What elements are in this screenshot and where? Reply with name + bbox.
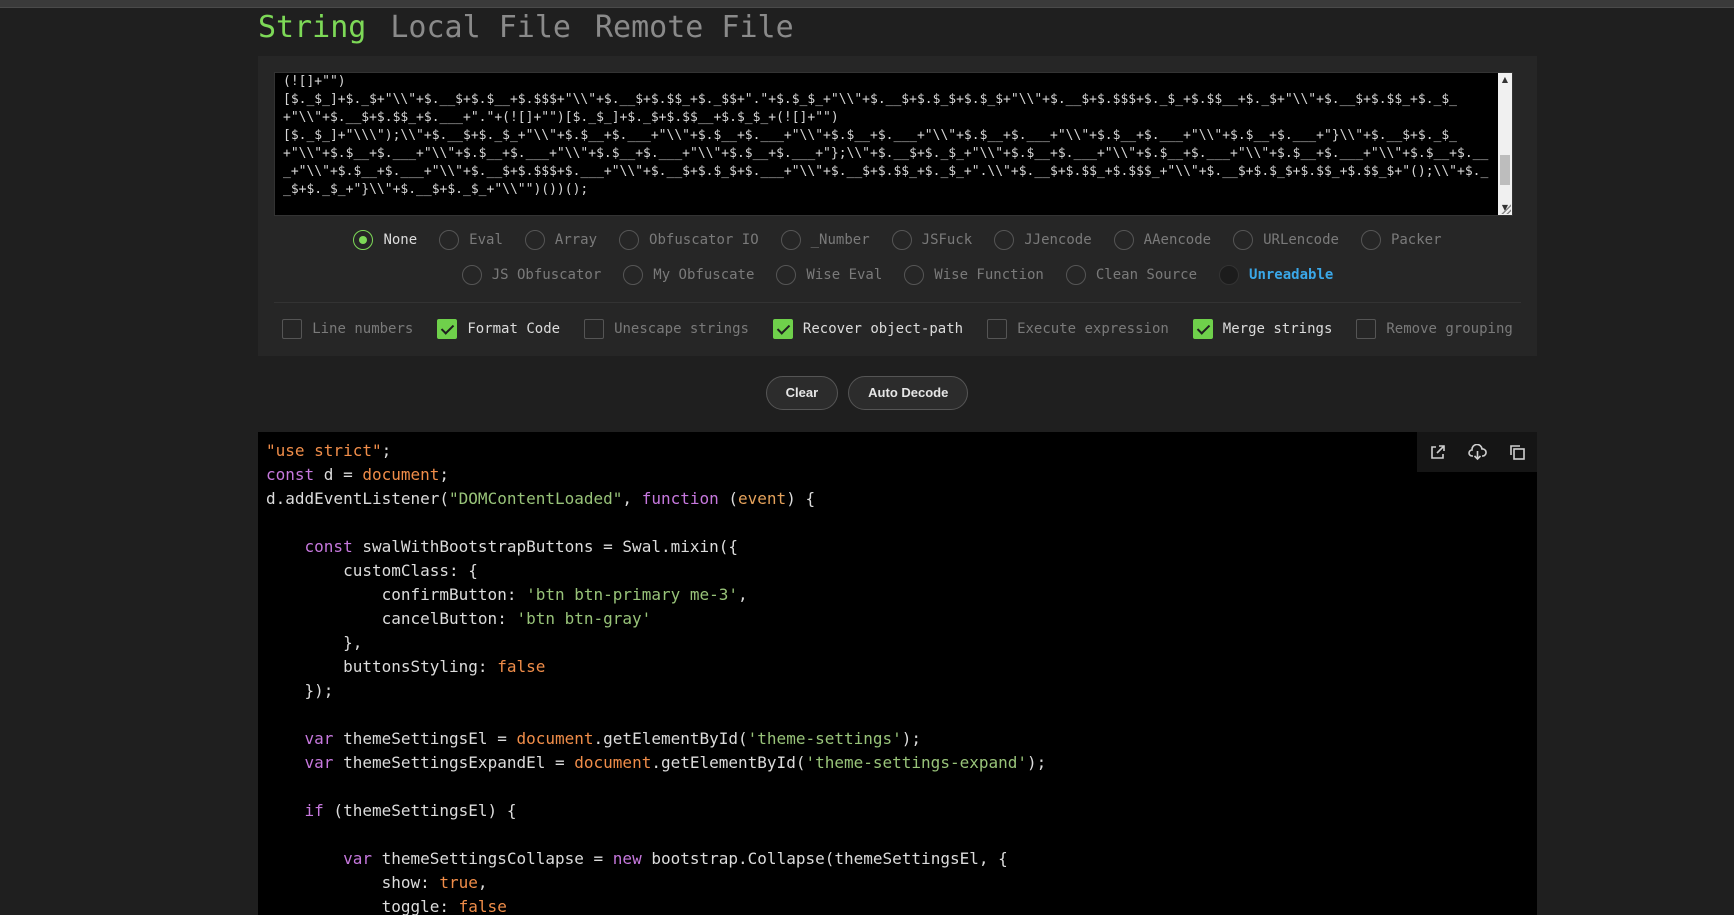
download-icon[interactable] xyxy=(1467,442,1487,462)
scroll-up-arrow-icon[interactable]: ▲ xyxy=(1498,73,1512,87)
action-buttons: Clear Auto Decode xyxy=(0,376,1734,410)
mode-jsfuck[interactable]: JSFuck xyxy=(891,230,972,250)
checkbox-checked xyxy=(1192,319,1213,339)
auto-decode-button[interactable]: Auto Decode xyxy=(848,376,969,410)
option-remove-grouping[interactable]: Remove grouping xyxy=(1356,319,1513,339)
radio-dot xyxy=(1113,230,1134,250)
mode-urlencode[interactable]: URLencode xyxy=(1233,230,1339,250)
radio-dot xyxy=(439,230,460,250)
checkbox xyxy=(282,319,303,339)
option-merge-strings[interactable]: Merge strings xyxy=(1192,319,1332,339)
option-unescape-strings[interactable]: Unescape strings xyxy=(584,319,749,339)
input-scrollbar[interactable]: ▲ ▼ xyxy=(1498,73,1512,215)
open-external-icon[interactable] xyxy=(1427,442,1447,462)
browser-top-strip xyxy=(0,0,1734,8)
source-input-text[interactable]: (![]+"") [$._$_]+$._$+"\\"+$.__$+$.$__+$… xyxy=(283,73,1493,199)
source-tabs: String Local File Remote File xyxy=(258,8,794,48)
mode-wise-eval[interactable]: Wise Eval xyxy=(776,265,882,285)
mode-js-obfuscator[interactable]: JS Obfuscator xyxy=(461,265,601,285)
option-recover-object-path[interactable]: Recover object-path xyxy=(772,319,963,339)
mode-unreadable[interactable]: Unreadable xyxy=(1219,265,1333,285)
radio-dot xyxy=(776,265,797,285)
option-format-code[interactable]: Format Code xyxy=(437,319,560,339)
tab-string[interactable]: String xyxy=(258,8,366,48)
mode-clean-source[interactable]: Clean Source xyxy=(1065,265,1197,285)
mode-none[interactable]: None xyxy=(353,230,417,250)
radio-dot xyxy=(891,230,912,250)
radio-dot xyxy=(1065,265,1086,285)
decoded-code[interactable]: "use strict"; const d = document; d.addE… xyxy=(266,439,1046,915)
mode-packer[interactable]: Packer xyxy=(1360,230,1442,250)
mode-wise-function[interactable]: Wise Function xyxy=(904,265,1044,285)
radio-dot xyxy=(994,230,1015,250)
radio-dot xyxy=(353,230,374,250)
resize-grip-icon[interactable] xyxy=(1501,204,1511,214)
options-divider xyxy=(274,302,1521,303)
mode-my-obfuscate[interactable]: My Obfuscate xyxy=(623,265,754,285)
checkbox xyxy=(584,319,605,339)
radio-dot xyxy=(780,230,801,250)
decoder-mode-row-2: JS Obfuscator My Obfuscate Wise Eval Wis… xyxy=(258,265,1537,285)
radio-dot xyxy=(623,265,644,285)
output-toolbar xyxy=(1417,432,1537,472)
checkbox-checked xyxy=(437,319,458,339)
mode-eval[interactable]: Eval xyxy=(439,230,503,250)
mode-obfuscator-io[interactable]: Obfuscator IO xyxy=(619,230,759,250)
tab-remote-file[interactable]: Remote File xyxy=(595,8,794,48)
radio-dot xyxy=(1219,265,1240,285)
scroll-thumb[interactable] xyxy=(1500,155,1510,185)
mode-array[interactable]: Array xyxy=(524,230,597,250)
radio-dot xyxy=(619,230,640,250)
checkbox xyxy=(1356,319,1377,339)
checkbox xyxy=(987,319,1008,339)
mode-number[interactable]: _Number xyxy=(780,230,870,250)
radio-dot xyxy=(1360,230,1381,250)
output-panel: "use strict"; const d = document; d.addE… xyxy=(258,432,1537,915)
copy-icon[interactable] xyxy=(1507,442,1527,462)
mode-aaencode[interactable]: AAencode xyxy=(1113,230,1211,250)
checkbox-checked xyxy=(772,319,793,339)
clear-button[interactable]: Clear xyxy=(765,376,839,410)
decoder-mode-row-1: None Eval Array Obfuscator IO _Number JS… xyxy=(258,230,1537,250)
radio-dot xyxy=(904,265,925,285)
input-panel: (![]+"") [$._$_]+$._$+"\\"+$.__$+$.$__+$… xyxy=(258,56,1537,356)
source-input[interactable]: (![]+"") [$._$_]+$._$+"\\"+$.__$+$.$__+$… xyxy=(274,72,1513,216)
radio-dot xyxy=(1233,230,1254,250)
radio-dot xyxy=(524,230,545,250)
output-options: Line numbers Format Code Unescape string… xyxy=(258,319,1537,339)
mode-jjencode[interactable]: JJencode xyxy=(994,230,1092,250)
option-line-numbers[interactable]: Line numbers xyxy=(282,319,413,339)
radio-dot xyxy=(461,265,482,285)
tab-local-file[interactable]: Local File xyxy=(390,8,571,48)
option-execute-expression[interactable]: Execute expression xyxy=(987,319,1169,339)
